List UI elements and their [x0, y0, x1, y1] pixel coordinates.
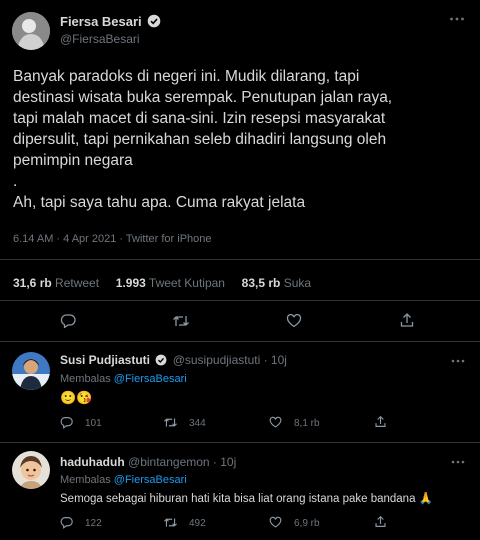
reply-author-name[interactable]: Susi Pudjiastuti [60, 353, 150, 367]
tweet-text-line: pemimpin negara [13, 152, 133, 169]
reply-author-handle[interactable]: @bintangemon · 10j [128, 455, 236, 469]
likes-stat[interactable]: 83,5 rb Suka [242, 276, 311, 290]
verified-badge-icon [155, 354, 167, 366]
more-options-icon[interactable] [451, 358, 465, 364]
reply-icon[interactable] [60, 416, 73, 429]
tweet-text-line: Banyak paradoks di negeri ini. Mudik dil… [13, 68, 360, 85]
reply-author-handle[interactable]: @susipudjiastuti · 10j [173, 353, 287, 367]
retweet-icon[interactable] [163, 516, 178, 529]
replying-to-label: Membalas [60, 474, 114, 486]
quotes-count: 1.993 [115, 276, 146, 290]
reply-count: 101 [85, 418, 102, 429]
likes-label: Suka [283, 276, 312, 290]
share-icon[interactable] [374, 415, 387, 428]
reply-avatar[interactable] [12, 451, 50, 489]
tweet-text-line: . [13, 173, 18, 190]
divider [0, 341, 480, 342]
quotes-label: Tweet Kutipan [148, 276, 225, 290]
retweet-icon[interactable] [172, 313, 190, 329]
more-options-icon[interactable] [449, 16, 465, 22]
tweet-text-line: dipersulit, tapi pernikahan seleb dihadi… [13, 131, 387, 148]
stats-row: 31,6 rb Retweet 1.993 Tweet Kutipan 83,5… [13, 276, 311, 290]
author-avatar[interactable] [12, 12, 50, 50]
retweet-count: 492 [189, 518, 206, 529]
reply-icon[interactable] [60, 313, 76, 329]
like-icon[interactable] [286, 313, 302, 329]
likes-count: 83,5 rb [241, 276, 281, 290]
like-count: 6,9 rb [294, 518, 320, 529]
verified-badge-icon [147, 14, 161, 28]
reply-header: Susi Pudjiastuti @susipudjiastuti · 10j [60, 353, 287, 367]
tweet-text-line: Ah, tapi saya tahu apa. Cuma rakyat jela… [13, 194, 306, 211]
retweets-label: Retweet [55, 276, 100, 290]
reply-count: 122 [85, 518, 102, 529]
replying-to-handle[interactable]: @FiersaBesari [114, 373, 187, 385]
reply-text: 🙂😘 [60, 390, 93, 405]
reply-icon[interactable] [60, 516, 73, 529]
like-count: 8,1 rb [294, 418, 320, 429]
replying-to-label: Membalas [60, 373, 114, 385]
replying-to: Membalas @FiersaBesari [60, 373, 187, 385]
reply-avatar[interactable] [12, 352, 50, 390]
divider [0, 300, 480, 301]
divider [0, 259, 480, 260]
replying-to: Membalas @FiersaBesari [60, 474, 187, 486]
share-icon[interactable] [399, 312, 415, 328]
retweet-icon[interactable] [163, 416, 178, 429]
replying-to-handle[interactable]: @FiersaBesari [114, 474, 187, 486]
retweets-count: 31,6 rb [13, 276, 52, 290]
reply-text: Semoga sebagai hiburan hati kita bisa li… [60, 493, 433, 505]
like-icon[interactable] [269, 416, 282, 429]
like-icon[interactable] [269, 516, 282, 529]
more-options-icon[interactable] [451, 459, 465, 465]
author-name[interactable]: Fiersa Besari [60, 14, 142, 29]
reply-header: haduhaduh @bintangemon · 10j [60, 455, 236, 469]
retweet-count: 344 [189, 418, 206, 429]
tweet-meta[interactable]: 6.14 AM · 4 Apr 2021 · Twitter for iPhon… [13, 233, 212, 245]
quotes-stat[interactable]: 1.993 Tweet Kutipan [116, 276, 229, 290]
tweet-text-line: destinasi wisata buka serempak. Penutupa… [13, 89, 393, 106]
share-icon[interactable] [374, 515, 387, 528]
author-handle[interactable]: @FiersaBesari [60, 32, 140, 46]
reply-author-name[interactable]: haduhaduh [60, 455, 125, 469]
divider [0, 442, 480, 443]
retweets-stat[interactable]: 31,6 rb Retweet [13, 276, 102, 290]
tweet-text-line: tapi malah macet di sana-sini. Izin rese… [13, 110, 386, 127]
tweet-text: Banyak paradoks di negeri ini. Mudik dil… [13, 66, 478, 213]
